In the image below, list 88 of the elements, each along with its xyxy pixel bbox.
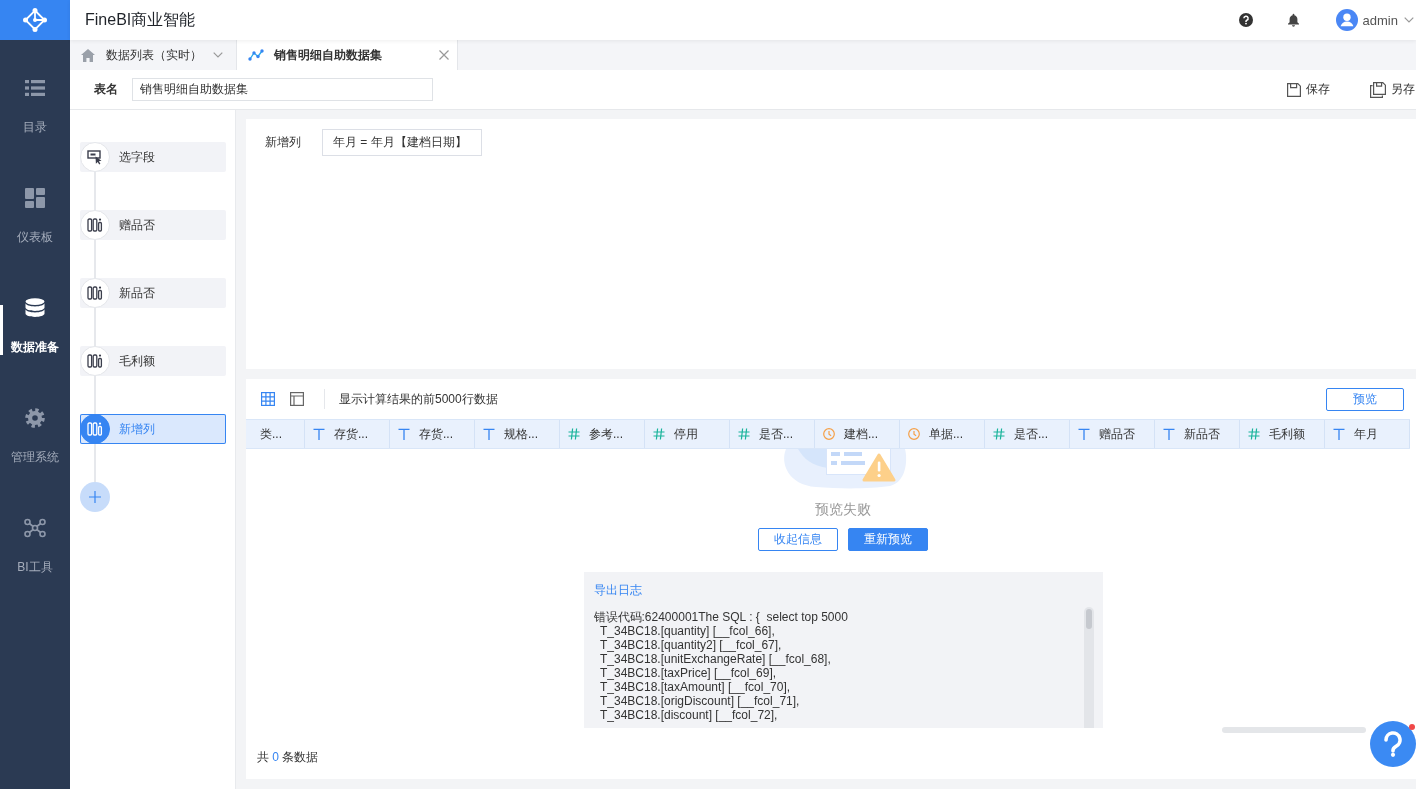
step-item[interactable]: 毛利额 (80, 346, 226, 376)
column-header: 存货... (419, 425, 453, 443)
chevron-down-icon (1404, 17, 1414, 23)
number-type-icon (653, 428, 665, 440)
layout-view-icon[interactable] (290, 392, 304, 406)
user-menu[interactable]: admin (1335, 9, 1414, 31)
column-header: 参考... (589, 425, 623, 443)
step-item[interactable]: 选字段 (80, 142, 226, 172)
text-type-icon (1078, 428, 1090, 440)
column-header: 规格... (504, 425, 538, 443)
table-name-label: 表名 (94, 81, 118, 98)
number-type-icon (738, 428, 750, 440)
clock-icon (908, 428, 920, 440)
list-icon (25, 80, 45, 96)
log-line: T_34BC18.[quantity2] [__fcol_67], (598, 638, 782, 652)
nav-item[interactable]: BI工具 (0, 500, 70, 590)
save-button[interactable]: 保存 (1287, 81, 1330, 98)
scrollbar-thumb[interactable] (1085, 609, 1092, 629)
retry-preview-button[interactable]: 重新预览 (848, 528, 928, 551)
log-line: 错误代码:62400001The SQL : { select top 5000 (593, 610, 848, 624)
text-type-icon (1163, 428, 1175, 440)
logo-button[interactable] (0, 0, 70, 40)
column-header: 停用 (674, 425, 698, 443)
columns-icon (80, 414, 110, 444)
close-icon[interactable] (439, 50, 449, 60)
text-type-icon (398, 428, 410, 440)
log-line: T_34BC18.[unitExchangeRate] [__fcol_68], (598, 652, 831, 666)
text-type-icon (1333, 428, 1345, 440)
columns-icon (80, 210, 110, 240)
row-count-text: 共 0 条数据 (257, 748, 319, 766)
line-chart-icon (248, 49, 264, 61)
column-header: 是否... (1014, 425, 1048, 443)
log-line: T_34BC18.[quantity] [__fcol_66], (598, 624, 775, 638)
column-header: 类... (260, 425, 282, 443)
grid-view-icon[interactable] (261, 392, 275, 406)
step-item[interactable]: 赠品否 (80, 210, 226, 240)
text-type-icon (483, 428, 495, 440)
settings-icon (25, 408, 45, 428)
logo-icon (22, 7, 48, 33)
columns-icon (80, 346, 110, 376)
chevron-down-icon (213, 52, 223, 58)
step-item[interactable]: 新品否 (80, 278, 226, 308)
app-title: FineBI商业智能 (85, 9, 196, 30)
horizontal-scrollbar[interactable] (1222, 727, 1366, 733)
field-select-icon (80, 142, 110, 172)
column-header: 建档... (844, 425, 878, 443)
add-step-button[interactable] (80, 482, 110, 512)
save-as-icon (1370, 81, 1386, 98)
number-type-icon (1248, 428, 1260, 440)
plus-icon (89, 491, 101, 503)
collapse-info-button[interactable]: 收起信息 (758, 528, 838, 551)
question-icon (1383, 731, 1403, 757)
column-header: 毛利额 (1269, 425, 1305, 443)
nav-item[interactable]: 管理系统 (0, 390, 70, 480)
log-line: T_34BC18.[origDiscount] [__fcol_71], (598, 694, 800, 708)
tab[interactable]: 销售明细自助数据集 (237, 40, 458, 70)
preview-failed-message: 预览失败 (815, 501, 871, 517)
log-line: T_34BC18.[taxPrice] [__fcol_69], (598, 666, 777, 680)
user-avatar-icon (1335, 9, 1358, 31)
column-header: 是否... (759, 425, 793, 443)
column-header: 存货... (334, 425, 368, 443)
number-type-icon (993, 428, 1005, 440)
formula-field[interactable]: 年月 = 年月【建档日期】 (322, 129, 482, 156)
network-icon (24, 518, 46, 538)
column-header: 新品否 (1184, 425, 1220, 443)
help-icon[interactable] (1238, 13, 1253, 27)
table-name-input[interactable]: 销售明细自助数据集 (132, 78, 433, 101)
nav-item[interactable]: 目录 (0, 60, 70, 150)
formula-label: 新增列 (265, 134, 301, 150)
columns-icon (80, 278, 110, 308)
clock-icon (823, 428, 835, 440)
column-header: 年月 (1354, 425, 1378, 443)
row-limit-note: 显示计算结果的前5000行数据 (339, 390, 498, 408)
text-type-icon (313, 428, 325, 440)
save-as-button[interactable]: 另存 (1370, 81, 1415, 98)
log-line: T_34BC18.[discount] [__fcol_72], (598, 708, 778, 722)
log-line: T_34BC18.[taxAmount] [__fcol_70], (598, 680, 791, 694)
dashboard-icon (25, 188, 45, 208)
column-header: 单据... (929, 425, 963, 443)
preview-button[interactable]: 预览 (1326, 387, 1404, 411)
database-icon (25, 298, 45, 318)
nav-item[interactable]: 数据准备 (0, 280, 70, 370)
column-header: 赠品否 (1099, 425, 1135, 443)
save-icon (1287, 82, 1301, 97)
nav-item[interactable]: 仪表板 (0, 170, 70, 260)
number-type-icon (568, 428, 580, 440)
bell-icon[interactable] (1286, 13, 1300, 27)
home-icon (81, 48, 95, 62)
